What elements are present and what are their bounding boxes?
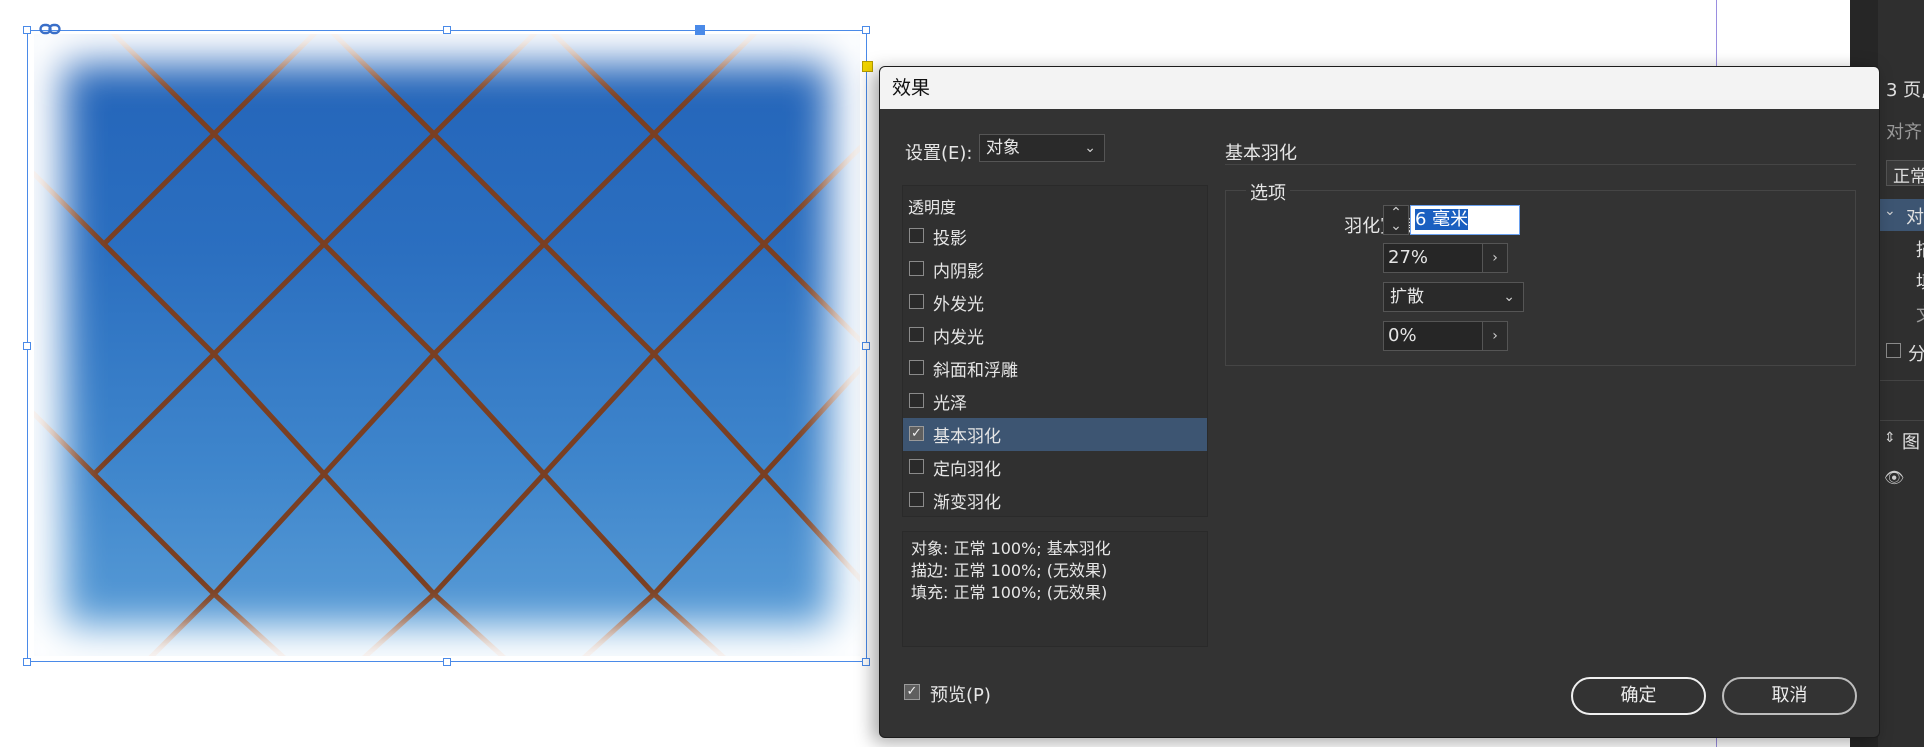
choke-value: 27% (1388, 247, 1429, 268)
resize-handle-bottom-left[interactable] (23, 658, 31, 666)
feather-width-stepper[interactable]: ⌃ ⌄ (1383, 205, 1409, 235)
corners-dropdown[interactable]: 扩散 ⌄ (1383, 282, 1524, 312)
transparency-header[interactable]: 透明度 (908, 194, 956, 218)
effect-row-basic-feather[interactable]: ✓ 基本羽化 (903, 418, 1207, 451)
resize-handle-top[interactable] (443, 26, 451, 34)
section-title: 基本羽化 (1225, 143, 1297, 164)
split-row-label: 分 (1908, 344, 1924, 365)
ok-button[interactable]: 确定 (1571, 677, 1706, 715)
settings-dropdown-value: 对象 (986, 138, 1020, 158)
effect-checkbox-checked[interactable]: ✓ (909, 426, 924, 441)
effect-label: 定向羽化 (933, 460, 1001, 480)
panel-separator (1878, 380, 1924, 381)
effect-row-bevel-emboss[interactable]: 斜面和浮雕 (903, 352, 1207, 385)
effect-checkbox[interactable] (909, 492, 924, 507)
layers-row-label: 图 (1902, 432, 1920, 453)
effect-label: 内发光 (933, 328, 984, 348)
effect-label: 斜面和浮雕 (933, 361, 1018, 381)
chevron-down-icon[interactable]: ⌄ (1884, 203, 1896, 219)
effect-row-directional-feather[interactable]: 定向羽化 (903, 451, 1207, 484)
summary-line-object: 对象: 正常 100%; 基本羽化 (911, 539, 1111, 558)
section-divider (1225, 164, 1856, 165)
effect-checkbox[interactable] (909, 459, 924, 474)
panel-separator (1878, 420, 1924, 421)
fill-row-label[interactable]: 填 (1916, 268, 1924, 294)
blend-mode-dropdown[interactable]: 正常 (1886, 160, 1924, 187)
effect-label: 外发光 (933, 295, 984, 315)
effect-label: 光泽 (933, 394, 967, 414)
effects-list: 透明度 投影 内阴影 外发光 内发光 斜面和浮雕 光泽 ✓ 基本羽化 定向羽化 渐… (902, 185, 1208, 517)
content-grabber-handle[interactable] (695, 25, 705, 35)
link-icon[interactable] (39, 22, 61, 36)
effect-row-satin[interactable]: 光泽 (903, 385, 1207, 418)
expand-collapse-icon[interactable]: ⇕ (1884, 430, 1896, 446)
choke-input[interactable]: 27% (1383, 243, 1483, 273)
settings-dropdown[interactable]: 对象 ⌄ (979, 134, 1105, 162)
effect-checkbox[interactable] (909, 294, 924, 309)
effect-label: 渐变羽化 (933, 493, 1001, 513)
text-row-label[interactable]: 文 (1916, 301, 1924, 327)
selection-bounding-box[interactable] (27, 30, 867, 662)
chevron-down-icon: ⌄ (1503, 289, 1515, 305)
feather-width-value: 6 毫米 (1415, 209, 1469, 230)
preview-checkbox[interactable]: ✓ (904, 684, 920, 700)
live-corner-handle[interactable] (862, 61, 873, 72)
preview-label[interactable]: 预览(P) (930, 681, 991, 707)
cancel-button[interactable]: 取消 (1722, 677, 1857, 715)
effect-row-inner-shadow[interactable]: 内阴影 (903, 253, 1207, 286)
options-group-label: 选项 (1246, 179, 1290, 205)
resize-handle-bottom[interactable] (443, 658, 451, 666)
noise-slider-button[interactable]: › (1482, 321, 1508, 351)
resize-handle-left[interactable] (23, 342, 31, 350)
resize-handle-right[interactable] (862, 342, 870, 350)
dialog-titlebar[interactable]: 效果 (880, 67, 1879, 109)
effect-row-outer-glow[interactable]: 外发光 (903, 286, 1207, 319)
feather-width-input[interactable]: 6 毫米 (1410, 205, 1520, 235)
effects-summary: 对象: 正常 100%; 基本羽化 描边: 正常 100%; (无效果) 填充:… (902, 531, 1208, 647)
effect-checkbox[interactable] (909, 360, 924, 375)
isolate-checkbox[interactable] (1886, 343, 1901, 358)
summary-line-fill: 填充: 正常 100%; (无效果) (911, 583, 1108, 602)
align-label: 对齐 (1886, 122, 1922, 143)
object-row-label: 对 (1906, 207, 1924, 228)
effect-checkbox[interactable] (909, 393, 924, 408)
effect-label: 投影 (933, 229, 967, 249)
effect-label: 基本羽化 (933, 427, 1001, 447)
noise-value: 0% (1388, 325, 1417, 346)
resize-handle-top-right[interactable] (862, 26, 870, 34)
effect-label: 内阴影 (933, 262, 984, 282)
chevron-down-icon: ⌄ (1084, 140, 1096, 156)
eye-icon[interactable]: 👁 (1884, 468, 1904, 487)
effect-checkbox[interactable] (909, 261, 924, 276)
noise-input[interactable]: 0% (1383, 321, 1483, 351)
stroke-row-label[interactable]: 描 (1916, 236, 1924, 262)
choke-slider-button[interactable]: › (1482, 243, 1508, 273)
summary-line-stroke: 描边: 正常 100%; (无效果) (911, 561, 1108, 580)
blend-mode-value: 正常 (1893, 167, 1924, 187)
corners-dropdown-value: 扩散 (1390, 287, 1424, 307)
effect-checkbox[interactable] (909, 327, 924, 342)
resize-handle-bottom-right[interactable] (862, 658, 870, 666)
effects-dialog: 效果 设置(E): 对象 ⌄ 基本羽化 透明度 投影 内阴影 外发光 内发光 斜… (879, 66, 1880, 738)
pages-count-text: 3 页, (1886, 80, 1924, 101)
effect-row-inner-glow[interactable]: 内发光 (903, 319, 1207, 352)
effect-row-drop-shadow[interactable]: 投影 (903, 220, 1207, 253)
effect-checkbox[interactable] (909, 228, 924, 243)
effect-row-gradient-feather[interactable]: 渐变羽化 (903, 484, 1207, 517)
resize-handle-top-left[interactable] (23, 26, 31, 34)
settings-label: 设置(E): (905, 143, 973, 164)
